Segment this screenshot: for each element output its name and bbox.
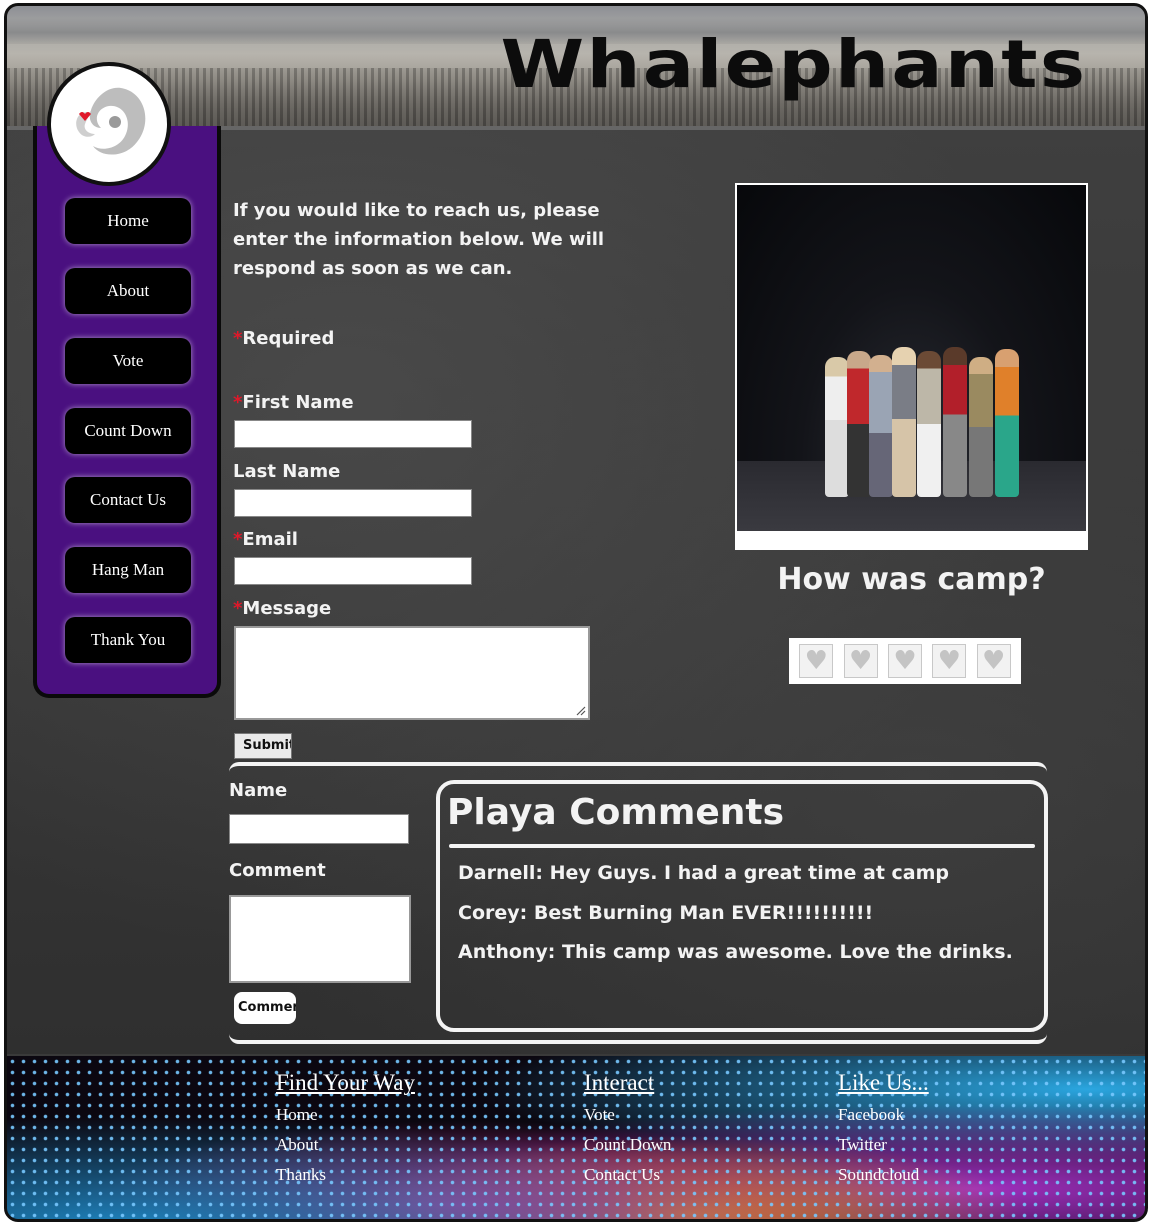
photo-person — [995, 349, 1019, 497]
footer-link-contact-us[interactable]: Contact Us — [584, 1165, 671, 1185]
nav-thank-you-button[interactable]: Thank You — [65, 617, 191, 663]
first-name-label-text: First Name — [242, 392, 354, 413]
footer-link-thanks[interactable]: Thanks — [276, 1165, 415, 1185]
footer-heading: Like Us... — [838, 1070, 929, 1095]
footer-link-count-down[interactable]: Count Down — [584, 1135, 671, 1155]
nav-vote-button[interactable]: Vote — [65, 338, 191, 384]
footer-column-find-your-way: Find Your Way Home About Thanks — [276, 1070, 415, 1195]
comment-name-label: Name — [229, 780, 288, 801]
first-name-field[interactable] — [234, 420, 472, 448]
required-star: * — [233, 529, 243, 550]
photo-person — [943, 347, 967, 497]
email-label: *Email — [233, 529, 298, 550]
resize-handle-icon[interactable] — [574, 704, 586, 716]
comment-item: Corey: Best Burning Man EVER!!!!!!!!!! — [458, 902, 874, 924]
comment-label: Comment — [229, 860, 326, 881]
footer-column-like-us: Like Us... Facebook Twitter Soundcloud — [838, 1070, 929, 1195]
footer-heading: Interact — [584, 1070, 655, 1095]
last-name-label: Last Name — [233, 461, 341, 482]
photo-person — [892, 347, 916, 497]
email-field[interactable] — [234, 557, 472, 585]
required-note-text: Required — [242, 328, 335, 349]
playa-comments-title: Playa Comments — [447, 792, 785, 833]
heart-rating-icon[interactable]: ♥ — [887, 644, 922, 678]
nav-contact-us-button[interactable]: Contact Us — [65, 477, 191, 523]
photo-person — [969, 357, 993, 497]
email-label-text: Email — [242, 529, 298, 550]
site-title: Whalephants — [500, 26, 1087, 103]
heart-rating-icon[interactable]: ♥ — [932, 644, 967, 678]
nav-count-down-button[interactable]: Count Down — [65, 408, 191, 454]
comment-item: Anthony: This camp was awesome. Love the… — [458, 941, 1013, 963]
page-frame: Whalephants Home About Vote Count Down C… — [4, 3, 1148, 1222]
comment-field[interactable] — [229, 895, 411, 983]
photo-person — [869, 355, 893, 497]
footer-link-soundcloud[interactable]: Soundcloud — [838, 1165, 929, 1185]
submit-button[interactable]: Submit — [234, 733, 292, 759]
contact-intro-text: If you would like to reach us, please en… — [233, 200, 605, 279]
playa-comments-divider — [449, 844, 1035, 848]
whalephant-logo[interactable] — [47, 62, 171, 186]
nav-hang-man-button[interactable]: Hang Man — [65, 547, 191, 593]
comment-name-field[interactable] — [229, 814, 409, 844]
message-label-text: Message — [242, 598, 332, 619]
camp-question: How was camp? — [777, 562, 1046, 597]
footer-link-home[interactable]: Home — [276, 1105, 415, 1125]
sidebar-nav: Home About Vote Count Down Contact Us Ha… — [33, 126, 221, 698]
required-star: * — [233, 598, 243, 619]
whalephant-logo-icon — [76, 87, 146, 155]
last-name-field[interactable] — [234, 489, 472, 517]
comment-item: Darnell: Hey Guys. I had a great time at… — [458, 862, 950, 884]
photo-person — [847, 351, 871, 497]
camp-photo-frame — [735, 183, 1088, 550]
message-field[interactable] — [234, 626, 590, 720]
comment-button[interactable]: Comment — [234, 992, 296, 1024]
required-star: * — [233, 328, 243, 349]
photo-person — [825, 357, 849, 497]
nav-home-button[interactable]: Home — [65, 198, 191, 244]
first-name-label: *First Name — [233, 392, 354, 413]
footer-link-facebook[interactable]: Facebook — [838, 1105, 929, 1125]
footer-column-interact: Interact Vote Count Down Contact Us — [584, 1070, 671, 1195]
camp-photo — [737, 185, 1086, 531]
heart-rating-icon[interactable]: ♥ — [799, 644, 834, 678]
nav-about-button[interactable]: About — [65, 268, 191, 314]
footer-heading: Find Your Way — [276, 1070, 415, 1095]
footer-link-twitter[interactable]: Twitter — [838, 1135, 929, 1155]
photo-person — [917, 351, 941, 497]
header-banner: Whalephants — [7, 6, 1145, 126]
required-note: *Required — [233, 328, 334, 349]
message-label: *Message — [233, 598, 331, 619]
required-star: * — [233, 392, 243, 413]
footer: Find Your Way Home About Thanks Interact… — [7, 1056, 1145, 1219]
heart-rating[interactable]: ♥ ♥ ♥ ♥ ♥ — [789, 638, 1021, 684]
heart-rating-icon[interactable]: ♥ — [976, 644, 1011, 678]
footer-link-vote[interactable]: Vote — [584, 1105, 671, 1125]
footer-link-about[interactable]: About — [276, 1135, 415, 1155]
heart-rating-icon[interactable]: ♥ — [843, 644, 878, 678]
